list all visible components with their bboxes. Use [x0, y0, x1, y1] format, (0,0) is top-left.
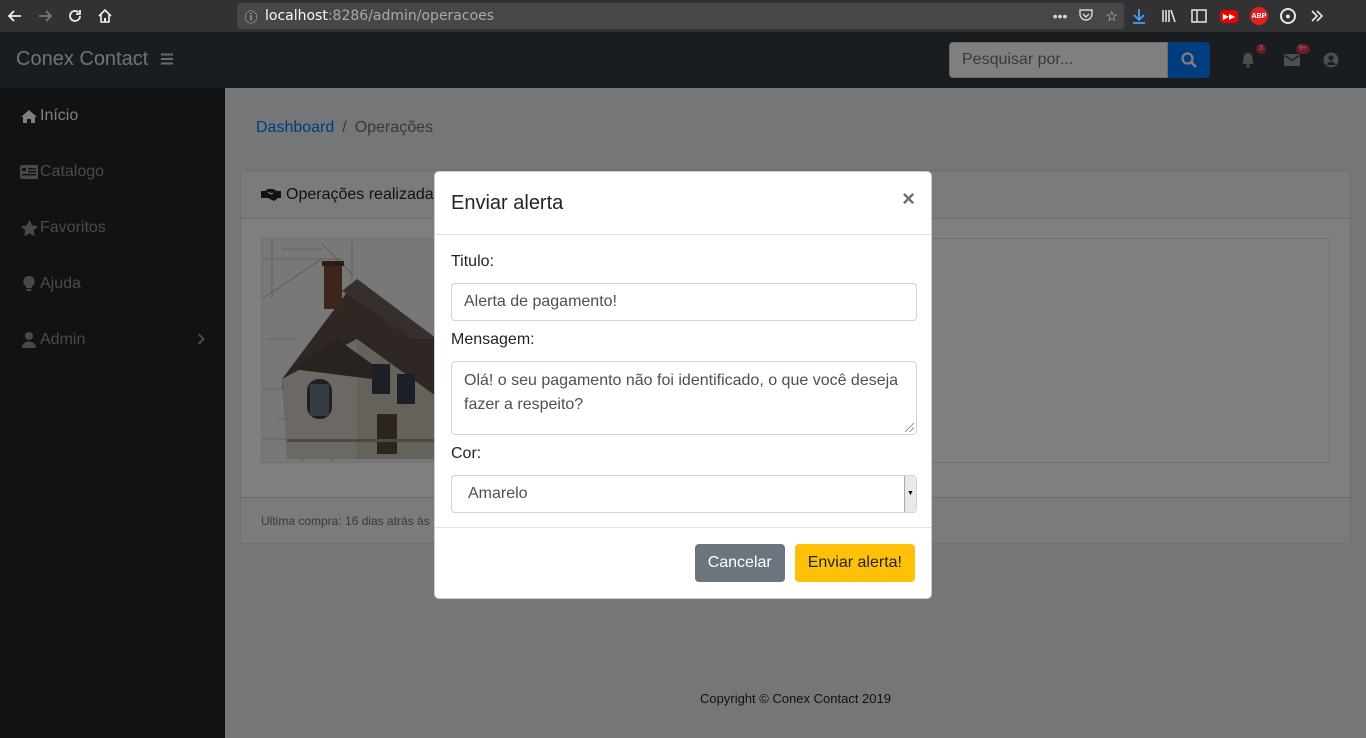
- forward-icon[interactable]: [30, 0, 60, 32]
- info-icon[interactable]: ⓘ: [237, 7, 265, 26]
- home-icon[interactable]: [90, 0, 120, 32]
- title-label: Titulo:: [451, 253, 494, 270]
- color-select[interactable]: Amarelo ▼: [451, 475, 917, 513]
- url-bar[interactable]: ⓘ localhost:8286/admin/operacoes ••• ☆: [237, 3, 1124, 29]
- message-label: Mensagem:: [451, 331, 535, 348]
- more-icon[interactable]: •••: [1053, 8, 1068, 24]
- overflow-icon[interactable]: [1308, 7, 1326, 25]
- pocket-icon[interactable]: [1079, 8, 1094, 25]
- modal-header: Enviar alerta ×: [435, 172, 931, 235]
- title-input[interactable]: Alerta de pagamento!: [451, 283, 917, 321]
- extension-icon[interactable]: ●: [1280, 8, 1296, 24]
- browser-toolbar: ⓘ localhost:8286/admin/operacoes ••• ☆ ▶…: [0, 0, 1366, 32]
- color-label: Cor:: [451, 445, 482, 462]
- sidebar-toggle-icon[interactable]: [1190, 7, 1208, 25]
- close-icon[interactable]: ×: [902, 188, 915, 210]
- library-icon[interactable]: [1160, 7, 1178, 25]
- adblock-icon[interactable]: ABP: [1250, 7, 1268, 25]
- bookmark-star-icon[interactable]: ☆: [1105, 8, 1118, 25]
- send-alert-modal: Enviar alerta × Titulo: Alerta de pagame…: [434, 171, 932, 599]
- message-text: Olá! o seu pagamento não foi identificad…: [464, 372, 899, 413]
- resize-handle-icon[interactable]: [905, 423, 914, 432]
- reload-icon[interactable]: [60, 0, 90, 32]
- modal-title: Enviar alerta: [451, 191, 564, 214]
- back-icon[interactable]: [0, 0, 30, 32]
- color-select-value: Amarelo: [468, 485, 528, 502]
- url-text: localhost:8286/admin/operacoes: [265, 8, 495, 24]
- message-textarea[interactable]: Olá! o seu pagamento não foi identificad…: [451, 361, 917, 435]
- send-alert-button[interactable]: Enviar alerta!: [794, 544, 915, 582]
- modal-footer: Cancelar Enviar alerta!: [435, 527, 931, 598]
- cancel-button[interactable]: Cancelar: [694, 544, 785, 582]
- modal-body: Titulo: Alerta de pagamento! Mensagem: O…: [435, 235, 931, 513]
- caret-down-icon[interactable]: ▼: [904, 476, 916, 512]
- download-icon[interactable]: [1130, 7, 1148, 25]
- youtube-icon[interactable]: ▶▶: [1220, 9, 1238, 23]
